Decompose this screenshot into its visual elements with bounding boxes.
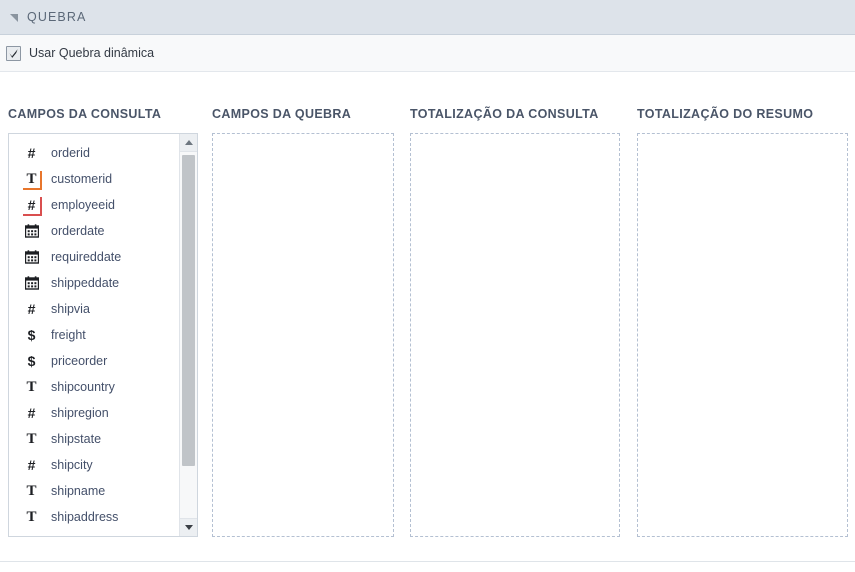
query-fields-scrollbar[interactable] bbox=[179, 134, 197, 536]
field-label: orderid bbox=[51, 146, 90, 160]
column-title-break-fields: CAMPOS DA QUEBRA bbox=[212, 107, 352, 121]
list-item[interactable]: T shipname bbox=[9, 478, 179, 504]
list-item[interactable]: # shipcity bbox=[9, 452, 179, 478]
break-fields-dropzone[interactable] bbox=[212, 133, 394, 537]
summary-totalization-dropzone[interactable] bbox=[637, 133, 848, 537]
list-item[interactable]: orderdate bbox=[9, 218, 179, 244]
column-break-fields: CAMPOS DA QUEBRA bbox=[212, 72, 394, 537]
list-item[interactable]: # orderid bbox=[9, 140, 179, 166]
field-label: employeeid bbox=[51, 198, 115, 212]
scroll-down-arrow-icon bbox=[184, 525, 193, 530]
hash-icon: # bbox=[27, 145, 36, 161]
scrollbar-thumb[interactable] bbox=[182, 155, 195, 466]
list-item[interactable]: T shipcountry bbox=[9, 374, 179, 400]
dynamic-break-checkbox[interactable] bbox=[6, 45, 21, 61]
calendar-icon bbox=[23, 223, 40, 240]
page-title: QUEBRA bbox=[27, 10, 87, 24]
text-icon: T bbox=[26, 430, 37, 447]
list-item[interactable]: shippeddate bbox=[9, 270, 179, 296]
list-item[interactable]: T shipaddress bbox=[9, 504, 179, 530]
query-totalization-dropzone[interactable] bbox=[410, 133, 620, 537]
field-label: priceorder bbox=[51, 354, 108, 368]
field-label: shippeddate bbox=[51, 276, 120, 290]
query-fields-listbox[interactable]: # orderid T customerid # employeeid orde… bbox=[8, 133, 198, 537]
scroll-up-button[interactable] bbox=[180, 134, 197, 152]
list-item[interactable]: requireddate bbox=[9, 244, 179, 270]
collapse-triangle-icon[interactable] bbox=[10, 14, 18, 22]
scroll-down-button[interactable] bbox=[180, 518, 197, 536]
list-item[interactable]: T customerid bbox=[9, 166, 179, 192]
field-label: freight bbox=[51, 328, 86, 342]
list-item[interactable]: # employeeid bbox=[9, 192, 179, 218]
hash-icon: # bbox=[27, 301, 36, 317]
panel-header[interactable]: QUEBRA bbox=[0, 0, 855, 35]
list-item[interactable]: # shipregion bbox=[9, 400, 179, 426]
field-label: shipcountry bbox=[51, 380, 115, 394]
list-item[interactable]: $ priceorder bbox=[9, 348, 179, 374]
column-query-totalization: TOTALIZAÇÃO DA CONSULTA bbox=[410, 72, 620, 537]
list-item[interactable]: $ freight bbox=[9, 322, 179, 348]
dynamic-break-label: Usar Quebra dinâmica bbox=[29, 46, 155, 60]
field-label: requireddate bbox=[51, 250, 122, 264]
calendar-icon bbox=[23, 249, 40, 266]
text-icon: T bbox=[26, 378, 37, 395]
text-icon: T bbox=[26, 482, 37, 499]
field-label: shipname bbox=[51, 484, 106, 498]
column-title-summary-totalization: TOTALIZAÇÃO DO RESUMO bbox=[637, 107, 814, 121]
field-label: shipaddress bbox=[51, 510, 119, 524]
list-item[interactable]: # shipvia bbox=[9, 296, 179, 322]
column-summary-totalization: TOTALIZAÇÃO DO RESUMO bbox=[637, 72, 848, 537]
field-label: shipregion bbox=[51, 406, 109, 420]
hash-icon: # bbox=[23, 196, 42, 216]
query-fields-list: # orderid T customerid # employeeid orde… bbox=[9, 134, 179, 536]
text-icon: T bbox=[26, 508, 37, 525]
scroll-up-arrow-icon bbox=[184, 140, 193, 145]
bottom-divider bbox=[0, 561, 855, 562]
dynamic-break-row: Usar Quebra dinâmica bbox=[0, 35, 855, 72]
field-label: shipcity bbox=[51, 458, 93, 472]
field-label: customerid bbox=[51, 172, 113, 186]
field-label: shipstate bbox=[51, 432, 102, 446]
hash-icon: # bbox=[27, 457, 36, 473]
list-item[interactable]: T shipstate bbox=[9, 426, 179, 452]
text-icon: T bbox=[23, 170, 42, 190]
column-title-query-totalization: TOTALIZAÇÃO DA CONSULTA bbox=[410, 107, 599, 121]
field-label: shipvia bbox=[51, 302, 90, 316]
fields-board: CAMPOS DA CONSULTA # orderid T customeri… bbox=[0, 72, 855, 572]
field-label: orderdate bbox=[51, 224, 105, 238]
column-query-fields: CAMPOS DA CONSULTA # orderid T customeri… bbox=[8, 72, 198, 537]
column-title-query-fields: CAMPOS DA CONSULTA bbox=[8, 107, 162, 121]
dollar-icon: $ bbox=[27, 353, 36, 369]
calendar-icon bbox=[23, 275, 40, 292]
checkmark-icon bbox=[9, 48, 18, 58]
dollar-icon: $ bbox=[27, 327, 36, 343]
hash-icon: # bbox=[27, 405, 36, 421]
